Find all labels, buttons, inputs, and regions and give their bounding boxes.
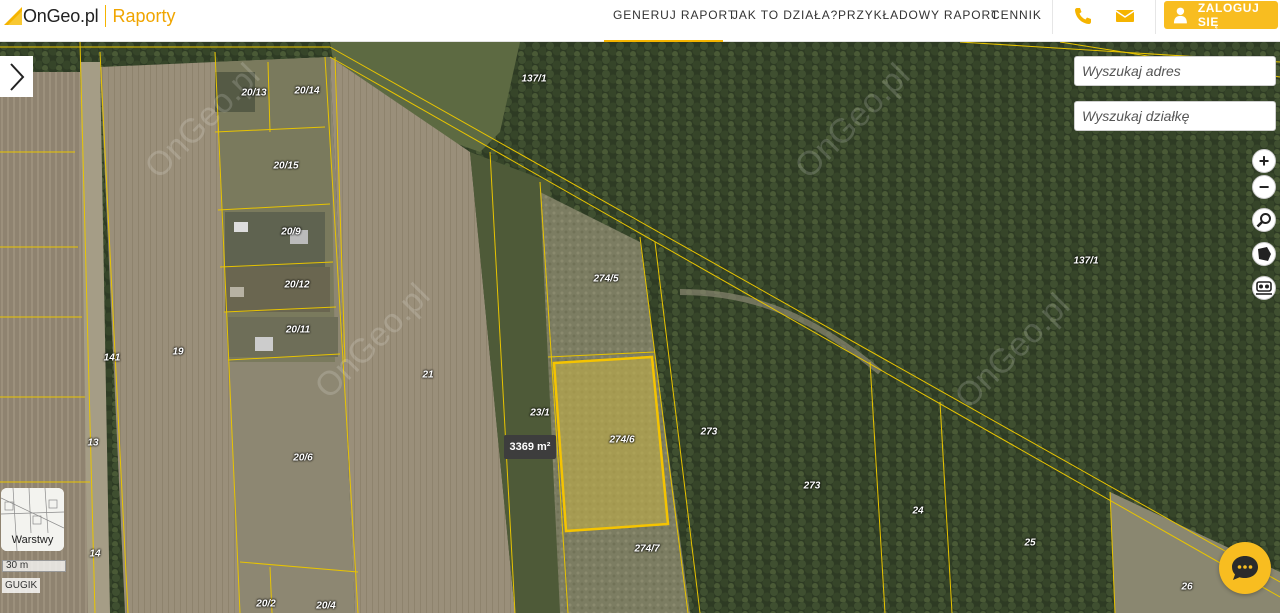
scale-bar: 30 m bbox=[2, 560, 66, 572]
zoom-in-button[interactable]: + bbox=[1252, 149, 1276, 173]
layers-label: Warstwy bbox=[11, 534, 54, 546]
parcel-label: 20/14 bbox=[294, 85, 320, 97]
login-button[interactable]: ZALOGUJ SIĘ bbox=[1164, 1, 1278, 29]
logo-name: OnGeo.pl bbox=[23, 5, 99, 26]
user-icon bbox=[1173, 7, 1187, 24]
magnifier-icon bbox=[1256, 213, 1271, 228]
parcel-label: 20/6 bbox=[293, 452, 313, 464]
top-header: OnGeo.pl Raporty GENERUJ RAPORT JAK TO D… bbox=[0, 0, 1280, 42]
parcel-label: 137/1 bbox=[521, 73, 547, 85]
parcel-label: 273 bbox=[700, 426, 718, 438]
parcel-search-input[interactable] bbox=[1074, 101, 1276, 131]
nav-generate-report[interactable]: GENERUJ RAPORT bbox=[604, 0, 735, 42]
logo-mark-icon bbox=[4, 7, 22, 25]
street-view-button[interactable] bbox=[1252, 276, 1276, 300]
parcel-label: 26 bbox=[1181, 581, 1193, 593]
polygon-icon bbox=[1258, 247, 1271, 261]
nav-pricing[interactable]: CENNIK bbox=[991, 0, 1042, 42]
parcel-label: 14 bbox=[89, 548, 101, 560]
parcel-label: 20/11 bbox=[285, 324, 311, 336]
chat-button[interactable] bbox=[1219, 542, 1271, 594]
logo[interactable]: OnGeo.pl Raporty bbox=[4, 5, 175, 27]
nav-separator bbox=[1052, 0, 1053, 34]
parcel-label: 141 bbox=[103, 352, 121, 364]
parcel-label: 20/4 bbox=[316, 600, 336, 612]
sidebar-toggle-button[interactable] bbox=[0, 56, 33, 97]
map-attribution: GUGIK bbox=[2, 578, 41, 593]
address-search-input[interactable] bbox=[1074, 56, 1276, 86]
login-label: ZALOGUJ SIĘ bbox=[1197, 1, 1260, 29]
layers-button[interactable]: Warstwy bbox=[1, 488, 64, 551]
parcel-label: 20/13 bbox=[241, 87, 267, 99]
zoom-in-icon: + bbox=[1258, 151, 1270, 171]
parcel-label: 23/1 bbox=[530, 407, 550, 419]
parcel-label: 20/15 bbox=[273, 160, 299, 172]
parcel-label: 20/12 bbox=[284, 279, 310, 291]
phone-icon[interactable] bbox=[1073, 6, 1093, 26]
parcel-label: 13 bbox=[87, 437, 99, 449]
parcel-label: 274/6 bbox=[609, 434, 635, 446]
logo-product: Raporty bbox=[112, 5, 176, 26]
parcel-label: 21 bbox=[422, 369, 434, 381]
parcel-area-tooltip: 3369 m² bbox=[504, 435, 556, 459]
parcel-label: 19 bbox=[172, 346, 184, 358]
zoom-out-button[interactable]: − bbox=[1252, 175, 1276, 199]
chevron-right-icon bbox=[9, 62, 24, 91]
parcel-label: 274/7 bbox=[634, 543, 660, 555]
parcel-label: 274/5 bbox=[593, 273, 619, 285]
street-view-icon bbox=[1256, 281, 1272, 295]
zoom-out-icon: − bbox=[1258, 177, 1270, 197]
logo-divider bbox=[105, 5, 107, 27]
mail-icon[interactable] bbox=[1115, 6, 1135, 26]
search-tool-button[interactable] bbox=[1252, 208, 1276, 232]
map-canvas[interactable]: OnGeo.pl OnGeo.pl OnGeo.pl OnGeo.pl 20/1… bbox=[0, 42, 1280, 613]
nav-sample-report[interactable]: PRZYKŁADOWY RAPORT bbox=[838, 0, 999, 42]
parcel-label: 24 bbox=[912, 505, 924, 517]
chat-bubble-icon bbox=[1232, 556, 1258, 580]
nav-how-it-works[interactable]: JAK TO DZIAŁA? bbox=[732, 0, 838, 42]
parcel-label: 20/2 bbox=[256, 598, 276, 610]
parcel-label: 137/1 bbox=[1073, 255, 1099, 267]
parcel-label: 273 bbox=[803, 480, 821, 492]
parcel-label: 20/9 bbox=[281, 226, 301, 238]
nav-separator bbox=[1155, 0, 1156, 34]
draw-polygon-button[interactable] bbox=[1252, 242, 1276, 266]
parcel-label: 25 bbox=[1024, 537, 1036, 549]
